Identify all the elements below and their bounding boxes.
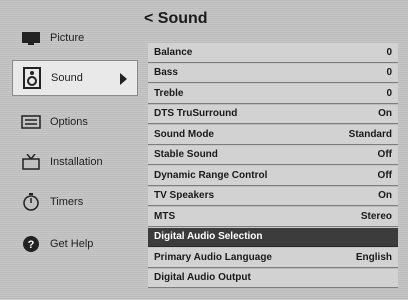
setting-value: On — [378, 190, 392, 202]
sidebar: Picture Sound Options Installation Timer… — [0, 0, 138, 300]
chevron-right-icon — [120, 73, 127, 85]
sidebar-item-label: Sound — [51, 72, 83, 84]
setting-row-sound-mode[interactable]: Sound Mode Standard — [148, 125, 398, 145]
timer-icon — [20, 192, 42, 212]
setting-value: Standard — [348, 128, 392, 140]
setting-label: DTS TruSurround — [154, 108, 238, 120]
setting-label: Balance — [154, 46, 193, 58]
setting-label: Bass — [154, 67, 178, 79]
setting-row-stable-sound[interactable]: Stable Sound Off — [148, 145, 398, 165]
setting-value: Off — [377, 169, 392, 181]
help-icon: ? — [20, 234, 42, 254]
setting-value: 0 — [386, 46, 392, 58]
setting-label: MTS — [154, 210, 176, 222]
setting-row-digital-audio-output[interactable]: Digital Audio Output — [148, 268, 398, 288]
setting-row-treble[interactable]: Treble 0 — [148, 84, 398, 104]
sidebar-item-label: Installation — [50, 156, 103, 168]
sound-settings-list: Balance 0 Bass 0 Treble 0 DTS TruSurroun… — [148, 43, 398, 291]
setting-label: Primary Audio Language — [154, 251, 272, 263]
setting-value: 0 — [386, 67, 392, 79]
setting-row-digital-audio-selection[interactable]: Digital Audio Selection — [148, 227, 398, 247]
setting-label: Digital Audio Selection — [154, 231, 263, 243]
setting-label: Digital Audio Output — [154, 272, 251, 284]
setting-row-tv-speakers[interactable]: TV Speakers On — [148, 186, 398, 206]
setting-value: Stereo — [360, 210, 392, 222]
setting-value: Off — [377, 149, 392, 161]
sidebar-item-timers[interactable]: Timers — [12, 184, 138, 220]
sidebar-item-label: Options — [50, 116, 88, 128]
sidebar-item-options[interactable]: Options — [12, 104, 138, 140]
sidebar-item-picture[interactable]: Picture — [12, 20, 138, 56]
tv-menu-screen: Picture Sound Options Installation Timer… — [0, 0, 408, 300]
setting-row-dts-trusurround[interactable]: DTS TruSurround On — [148, 104, 398, 124]
sidebar-item-get-help[interactable]: ? Get Help — [12, 226, 138, 262]
setting-row-dynamic-range-control[interactable]: Dynamic Range Control Off — [148, 166, 398, 186]
svg-text:?: ? — [28, 239, 35, 251]
setting-row-primary-audio-language[interactable]: Primary Audio Language English — [148, 248, 398, 268]
options-icon — [20, 112, 42, 132]
installation-icon — [20, 152, 42, 172]
speaker-icon — [21, 67, 43, 89]
sidebar-item-label: Picture — [50, 32, 85, 44]
setting-value: 0 — [386, 87, 392, 99]
setting-row-mts[interactable]: MTS Stereo — [148, 207, 398, 227]
tv-icon — [20, 28, 42, 48]
setting-value: On — [378, 108, 392, 120]
setting-label: TV Speakers — [154, 190, 215, 202]
setting-label: Treble — [154, 87, 184, 99]
sidebar-item-installation[interactable]: Installation — [12, 144, 138, 180]
setting-row-balance[interactable]: Balance 0 — [148, 43, 398, 63]
setting-value: English — [355, 251, 392, 263]
setting-label: Dynamic Range Control — [154, 169, 268, 181]
sidebar-item-sound[interactable]: Sound — [12, 60, 138, 96]
setting-label: Sound Mode — [154, 128, 214, 140]
page-title: < Sound — [144, 10, 208, 27]
setting-label: Stable Sound — [154, 149, 218, 161]
setting-row-bass[interactable]: Bass 0 — [148, 63, 398, 83]
sidebar-item-label: Timers — [50, 196, 84, 208]
sidebar-item-label: Get Help — [50, 238, 94, 250]
